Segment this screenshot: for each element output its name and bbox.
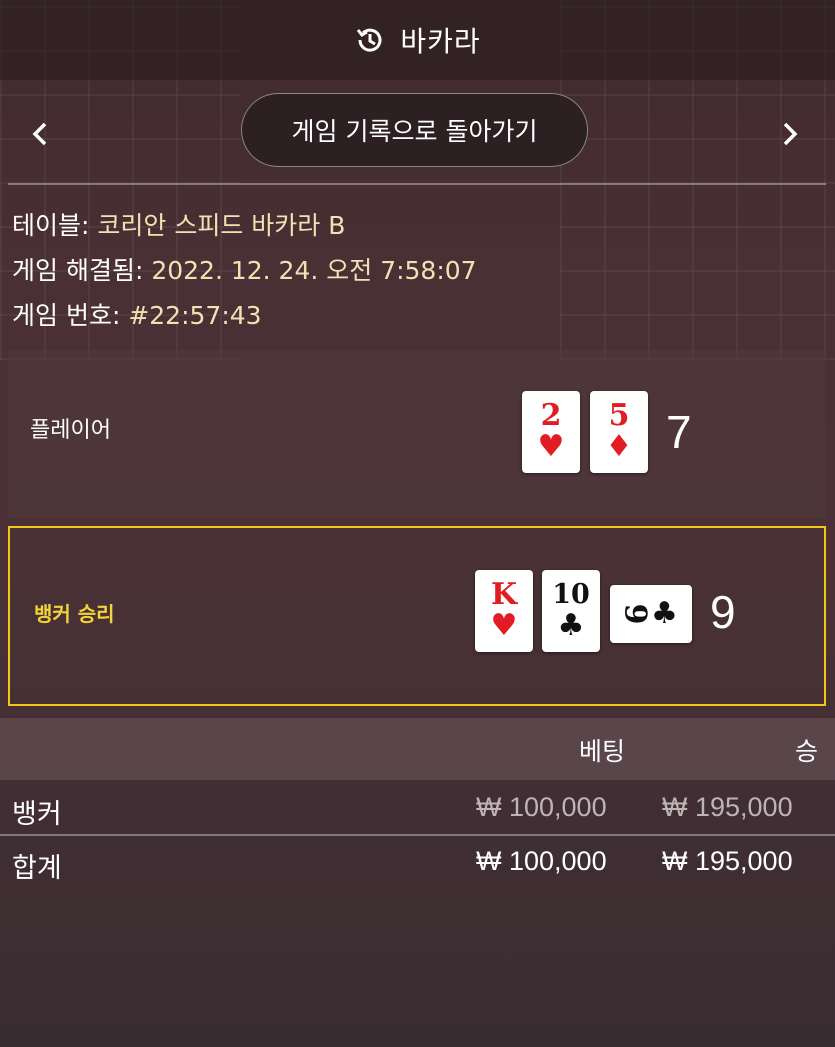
table-info: 테이블: 코리안 스피드 바카라 B (12, 206, 345, 242)
table-info-label: 테이블: (12, 211, 90, 240)
row-win: ₩ 195,000 (662, 846, 793, 876)
chevron-left-icon (32, 122, 47, 146)
card-rank: 2 (540, 398, 562, 433)
next-game-button[interactable] (770, 114, 810, 154)
banker-card-1: K ♥ (475, 570, 533, 652)
diamond-icon: ♦ (605, 429, 633, 464)
heart-icon: ♥ (490, 608, 518, 643)
row-label: 합계 (12, 853, 62, 884)
table-info-value: 코리안 스피드 바카라 B (97, 211, 346, 240)
table-row: 뱅커 ₩ 100,000 ₩ 195,000 (0, 786, 835, 838)
player-result: 플레이어 2 ♥ 5 ♦ 7 (8, 350, 826, 518)
player-card-1: 2 ♥ (522, 391, 580, 473)
heart-icon: ♥ (537, 429, 565, 464)
chevron-right-icon (783, 122, 798, 146)
club-icon: ♣ (557, 608, 585, 643)
card-rank: 5 (608, 398, 630, 433)
banker-card-3: 9 ♣ (610, 585, 692, 643)
banker-score: 9 (710, 586, 736, 638)
card-rank: 10 (552, 579, 590, 610)
bet-table-header: 베팅 승 (0, 718, 835, 780)
resolved-info-value: 2022. 12. 24. 오전 7:58:07 (151, 256, 477, 285)
table-row-total: 합계 ₩ 100,000 ₩ 195,000 (0, 840, 835, 892)
banker-result: 뱅커 승리 K ♥ 10 ♣ 9 ♣ 9 (8, 526, 826, 706)
card-rank: 9 (617, 603, 653, 625)
previous-game-button[interactable] (20, 114, 60, 154)
bet-column-header: 베팅 (579, 737, 626, 766)
card-rank: K (490, 577, 518, 612)
row-label: 뱅커 (12, 799, 62, 830)
divider (8, 183, 826, 185)
navigation-row: 게임 기록으로 돌아가기 (0, 86, 835, 182)
page-title: 바카라 (400, 25, 481, 58)
game-number-info: 게임 번호: #22:57:43 (12, 296, 262, 332)
banker-win-label: 뱅커 승리 (34, 602, 115, 626)
club-icon: ♣ (650, 596, 678, 631)
game-number-label: 게임 번호: (12, 301, 121, 330)
resolved-info: 게임 해결됨: 2022. 12. 24. 오전 7:58:07 (12, 251, 477, 287)
player-label: 플레이어 (30, 418, 111, 443)
player-card-2: 5 ♦ (590, 391, 648, 473)
win-column-header: 승 (795, 737, 819, 766)
game-number-value: #22:57:43 (128, 301, 262, 330)
resolved-info-label: 게임 해결됨: (12, 256, 144, 285)
row-bet: ₩ 100,000 (476, 846, 607, 876)
player-score: 7 (666, 406, 692, 458)
header-bar: 바카라 (0, 0, 835, 80)
row-win: ₩ 195,000 (662, 792, 793, 822)
back-to-history-button[interactable]: 게임 기록으로 돌아가기 (241, 93, 588, 167)
row-bet: ₩ 100,000 (476, 792, 607, 822)
banker-card-2: 10 ♣ (542, 570, 600, 652)
divider (0, 834, 835, 836)
history-icon (354, 24, 386, 56)
